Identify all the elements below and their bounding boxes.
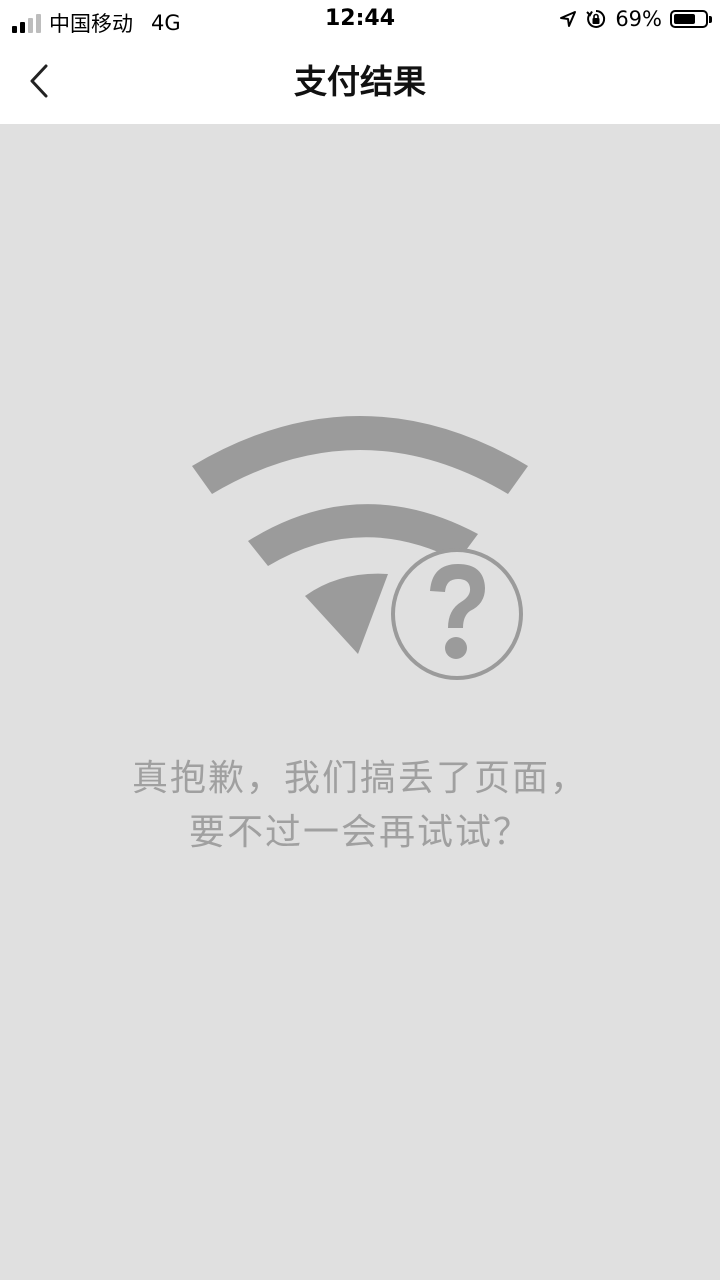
- wifi-arc-inner: [305, 573, 388, 654]
- error-message-line2: 要不过一会再试试？: [188, 812, 531, 853]
- battery-percent: 69%: [615, 7, 662, 31]
- page-title: 支付结果: [294, 62, 426, 101]
- orientation-lock-icon: [586, 9, 606, 28]
- question-dot: [445, 637, 467, 659]
- error-message: 真抱歉，我们搞丢了页面， 要不过一会再试试？: [0, 752, 720, 860]
- error-content: 真抱歉，我们搞丢了页面， 要不过一会再试试？: [0, 124, 720, 1280]
- error-message-line1: 真抱歉，我们搞丢了页面，: [131, 758, 588, 799]
- wifi-question-icon: [192, 416, 528, 680]
- location-arrow-icon: [560, 11, 577, 27]
- status-bar: 中国移动 4G 12:44 69%: [0, 0, 720, 40]
- status-right: 69%: [559, 7, 712, 31]
- wifi-arc-outer: [192, 416, 528, 494]
- nav-bar: 支付结果: [0, 40, 720, 124]
- battery-level: [674, 14, 695, 24]
- battery-icon: [670, 10, 712, 28]
